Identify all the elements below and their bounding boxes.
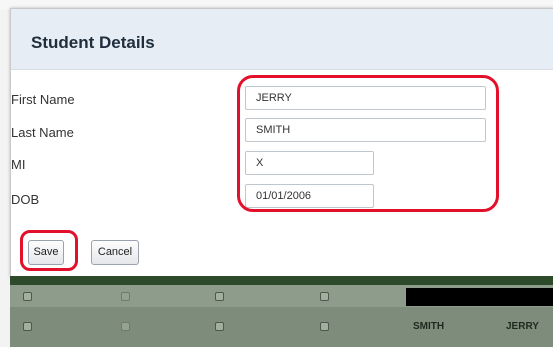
row-checkbox[interactable] (320, 292, 329, 301)
row-checkbox[interactable] (121, 322, 130, 331)
table-row[interactable] (10, 307, 553, 347)
dob-label: DOB (11, 192, 40, 207)
first-name-label: First Name (11, 92, 75, 107)
row-checkbox[interactable] (23, 322, 32, 331)
row-checkbox[interactable] (215, 322, 224, 331)
row-checkbox[interactable] (215, 292, 224, 301)
fields-highlight-annotation (237, 75, 499, 212)
last-name-label: Last Name (11, 125, 74, 140)
cancel-button[interactable]: Cancel (91, 240, 139, 265)
redacted-cell (406, 288, 553, 306)
dialog-title: Student Details (31, 33, 155, 52)
grid-header-bar (10, 276, 553, 285)
row-checkbox[interactable] (320, 322, 329, 331)
grid-cell-first-name: JERRY (506, 321, 539, 332)
row-checkbox[interactable] (121, 292, 130, 301)
grid-cell-last-name: SMITH (413, 321, 445, 332)
row-checkbox[interactable] (23, 292, 32, 301)
screen: Student Details First Name Last Name MI … (0, 0, 553, 347)
dialog-header: Student Details (11, 9, 553, 70)
mi-label: MI (11, 157, 26, 172)
save-highlight-annotation (20, 230, 78, 271)
